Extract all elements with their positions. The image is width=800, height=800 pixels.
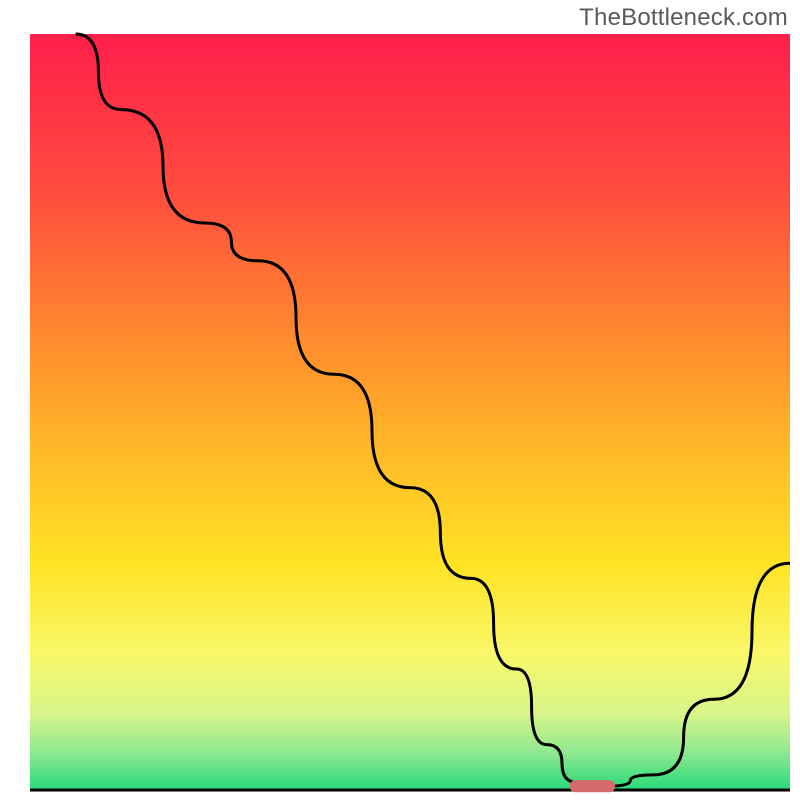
watermark-text: TheBottleneck.com (579, 4, 788, 32)
chart-container: TheBottleneck.com (0, 0, 800, 800)
bottleneck-chart (0, 0, 800, 800)
plot-background (30, 34, 790, 790)
current-point-marker (570, 780, 616, 792)
